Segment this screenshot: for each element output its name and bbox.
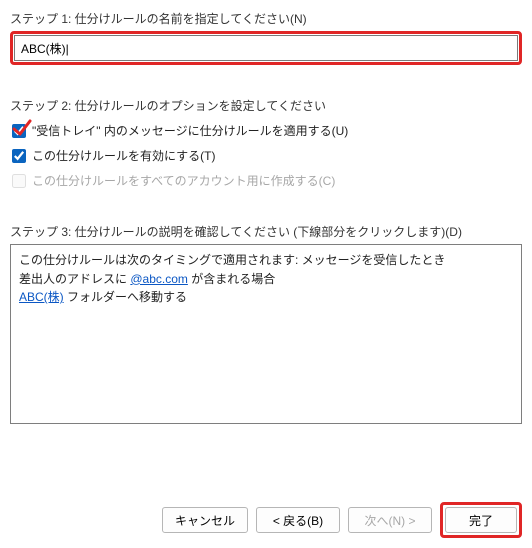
all-accounts-checkbox [12,174,26,188]
wizard-buttons: キャンセル < 戻る(B) 次へ(N) > 完了 [162,502,522,538]
step1-label: ステップ 1: 仕分けルールの名前を指定してください(N) [10,10,522,27]
option-apply-inbox: "受信トレイ" 内のメッセージに仕分けルールを適用する(U) [12,122,522,139]
all-accounts-label: この仕分けルールをすべてのアカウント用に作成する(C) [32,172,335,189]
cancel-button[interactable]: キャンセル [162,507,248,533]
rule-wizard-panel: ステップ 1: 仕分けルールの名前を指定してください(N) ステップ 2: 仕分… [0,0,532,548]
finish-button[interactable]: 完了 [445,507,517,533]
desc-line-3: ABC(株) フォルダーへ移動する [19,288,513,307]
back-button[interactable]: < 戻る(B) [256,507,340,533]
rule-name-input[interactable] [14,35,518,61]
desc-line-2: 差出人のアドレスに @abc.com が含まれる場合 [19,270,513,289]
step2-label: ステップ 2: 仕分けルールのオプションを設定してください [10,97,522,114]
option-enable-rule: この仕分けルールを有効にする(T) [12,147,522,164]
rule-name-highlight [10,31,522,65]
enable-rule-label: この仕分けルールを有効にする(T) [32,147,215,164]
desc-line-2a: 差出人のアドレスに [19,272,130,286]
apply-inbox-checkbox[interactable] [12,124,26,138]
desc-line-1: この仕分けルールは次のタイミングで適用されます: メッセージを受信したとき [19,251,513,270]
apply-inbox-label: "受信トレイ" 内のメッセージに仕分けルールを適用する(U) [32,122,348,139]
finish-highlight: 完了 [440,502,522,538]
desc-line-3b: フォルダーへ移動する [64,290,187,304]
option-all-accounts: この仕分けルールをすべてのアカウント用に作成する(C) [12,172,522,189]
next-button: 次へ(N) > [348,507,432,533]
step3-label: ステップ 3: 仕分けルールの説明を確認してください (下線部分をクリックします… [10,223,522,240]
rule-description-box: この仕分けルールは次のタイミングで適用されます: メッセージを受信したとき 差出… [10,244,522,424]
desc-line-2b: が含まれる場合 [188,272,275,286]
link-target-folder[interactable]: ABC(株) [19,290,64,304]
enable-rule-checkbox[interactable] [12,149,26,163]
link-sender-address[interactable]: @abc.com [130,272,188,286]
